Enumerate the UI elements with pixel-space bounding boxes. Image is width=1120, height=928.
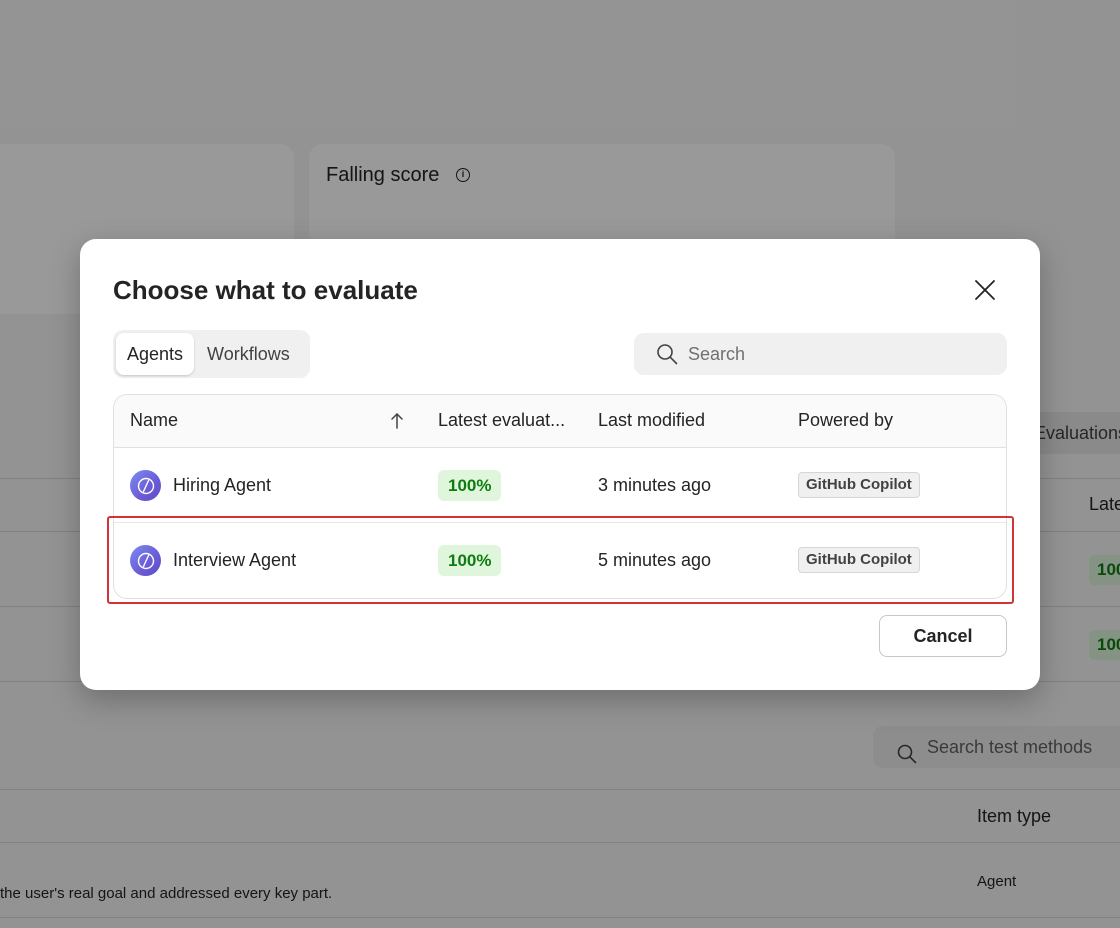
type-tab-list: Agents Workflows bbox=[113, 330, 310, 378]
agents-table: Name Latest evaluat... Last modified Pow… bbox=[113, 394, 1007, 599]
search-box bbox=[634, 333, 1007, 375]
search-icon bbox=[656, 343, 678, 370]
tab-workflows[interactable]: Workflows bbox=[196, 333, 301, 375]
search-input[interactable] bbox=[688, 333, 988, 375]
column-header-powered-by[interactable]: Powered by bbox=[798, 410, 893, 431]
close-icon bbox=[974, 279, 996, 306]
score-badge: 100% bbox=[438, 545, 502, 576]
score-badge: 100% bbox=[438, 470, 502, 501]
table-row[interactable]: Interview Agent 100% 5 minutes ago GitHu… bbox=[114, 523, 1006, 598]
close-button[interactable] bbox=[970, 277, 1000, 307]
agent-name: Hiring Agent bbox=[173, 475, 272, 495]
powered-by-badge: GitHub Copilot bbox=[798, 547, 920, 573]
table-header: Name Latest evaluat... Last modified Pow… bbox=[114, 395, 1006, 448]
cancel-button[interactable]: Cancel bbox=[879, 615, 1007, 657]
agent-avatar bbox=[130, 545, 161, 576]
sort-ascending-icon[interactable] bbox=[390, 412, 404, 435]
last-modified: 5 minutes ago bbox=[598, 550, 712, 570]
column-header-name[interactable]: Name bbox=[130, 410, 178, 431]
agent-avatar bbox=[130, 470, 161, 501]
agent-name: Interview Agent bbox=[173, 550, 297, 570]
dialog-title: Choose what to evaluate bbox=[113, 275, 418, 305]
powered-by-badge: GitHub Copilot bbox=[798, 472, 920, 498]
column-header-last-modified[interactable]: Last modified bbox=[598, 410, 705, 431]
column-header-latest-evaluation[interactable]: Latest evaluat... bbox=[438, 410, 565, 431]
table-row[interactable]: Hiring Agent 100% 3 minutes ago GitHub C… bbox=[114, 448, 1006, 523]
tab-agents[interactable]: Agents bbox=[116, 333, 195, 375]
choose-evaluate-dialog: Choose what to evaluate Agents Workflows… bbox=[80, 239, 1040, 690]
last-modified: 3 minutes ago bbox=[598, 475, 712, 495]
